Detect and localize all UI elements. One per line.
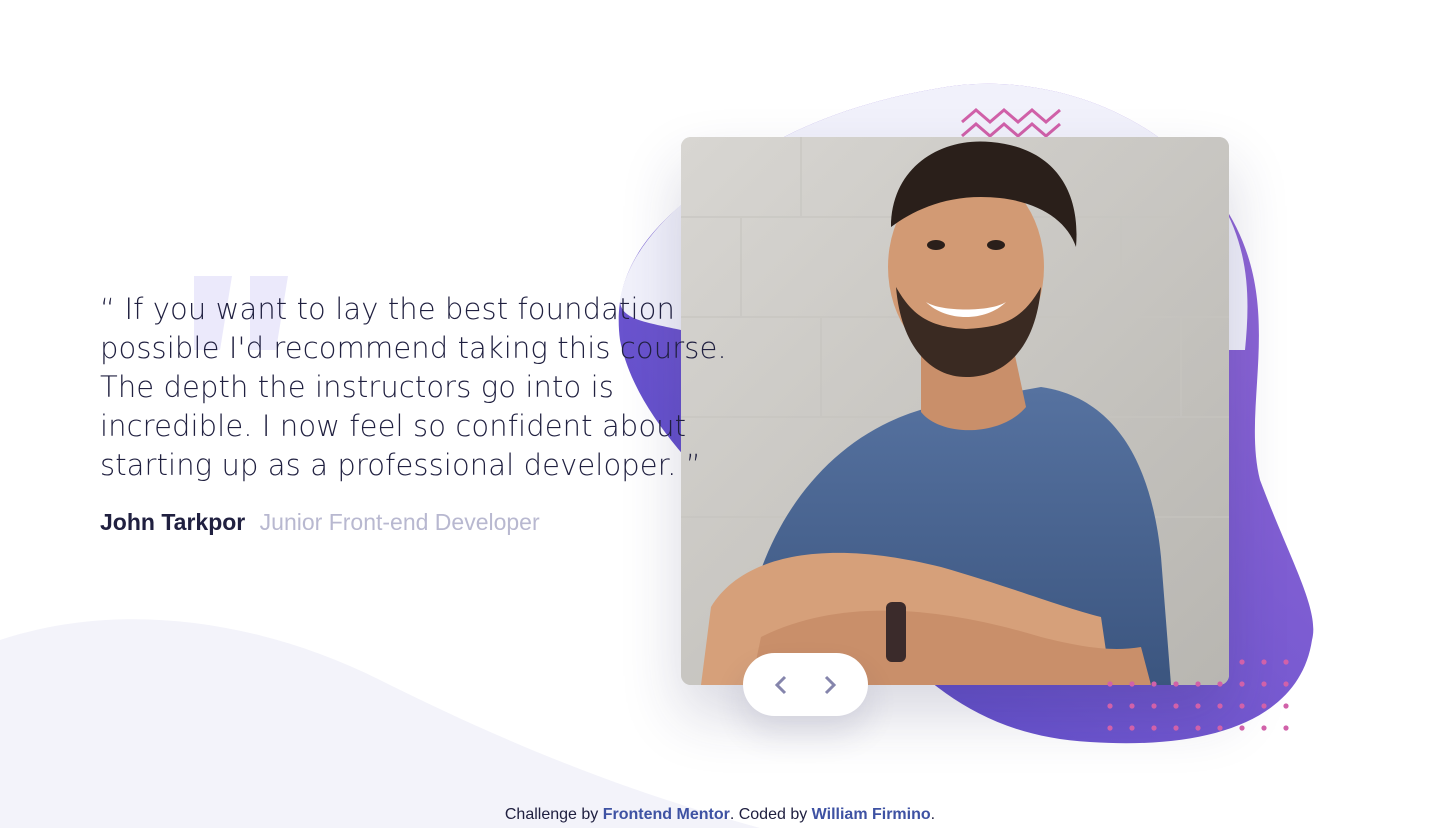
attribution-footer: Challenge by Frontend Mentor. Coded by W… xyxy=(0,806,1440,824)
slider-navigation xyxy=(743,653,868,716)
testimonial-block: “ If you want to lay the best foundation… xyxy=(100,290,760,536)
portrait-image xyxy=(681,137,1229,685)
author-name: John Tarkpor xyxy=(100,509,246,535)
chevron-right-icon xyxy=(824,675,836,694)
footer-prefix: Challenge by xyxy=(504,806,599,823)
testimonial-page: “ If you want to lay the best foundation… xyxy=(0,0,1440,828)
frontend-mentor-link[interactable]: Frontend Mentor xyxy=(603,806,730,823)
zigzag-pattern-icon xyxy=(961,108,1061,138)
footer-suffix: . xyxy=(930,806,936,823)
footer-middle: . Coded by xyxy=(729,806,808,823)
chevron-left-icon xyxy=(775,675,787,694)
testimonial-quote: “ If you want to lay the best foundation… xyxy=(100,292,727,482)
author-role: Junior Front-end Developer xyxy=(259,509,540,535)
previous-button[interactable] xyxy=(760,664,802,706)
testimonial-photo xyxy=(681,137,1229,685)
dots-pattern-icon xyxy=(1107,659,1289,731)
next-button[interactable] xyxy=(809,664,851,706)
testimonial-author: John Tarkpor Junior Front-end Developer xyxy=(100,509,760,536)
author-link[interactable]: William Firmino xyxy=(812,806,931,823)
